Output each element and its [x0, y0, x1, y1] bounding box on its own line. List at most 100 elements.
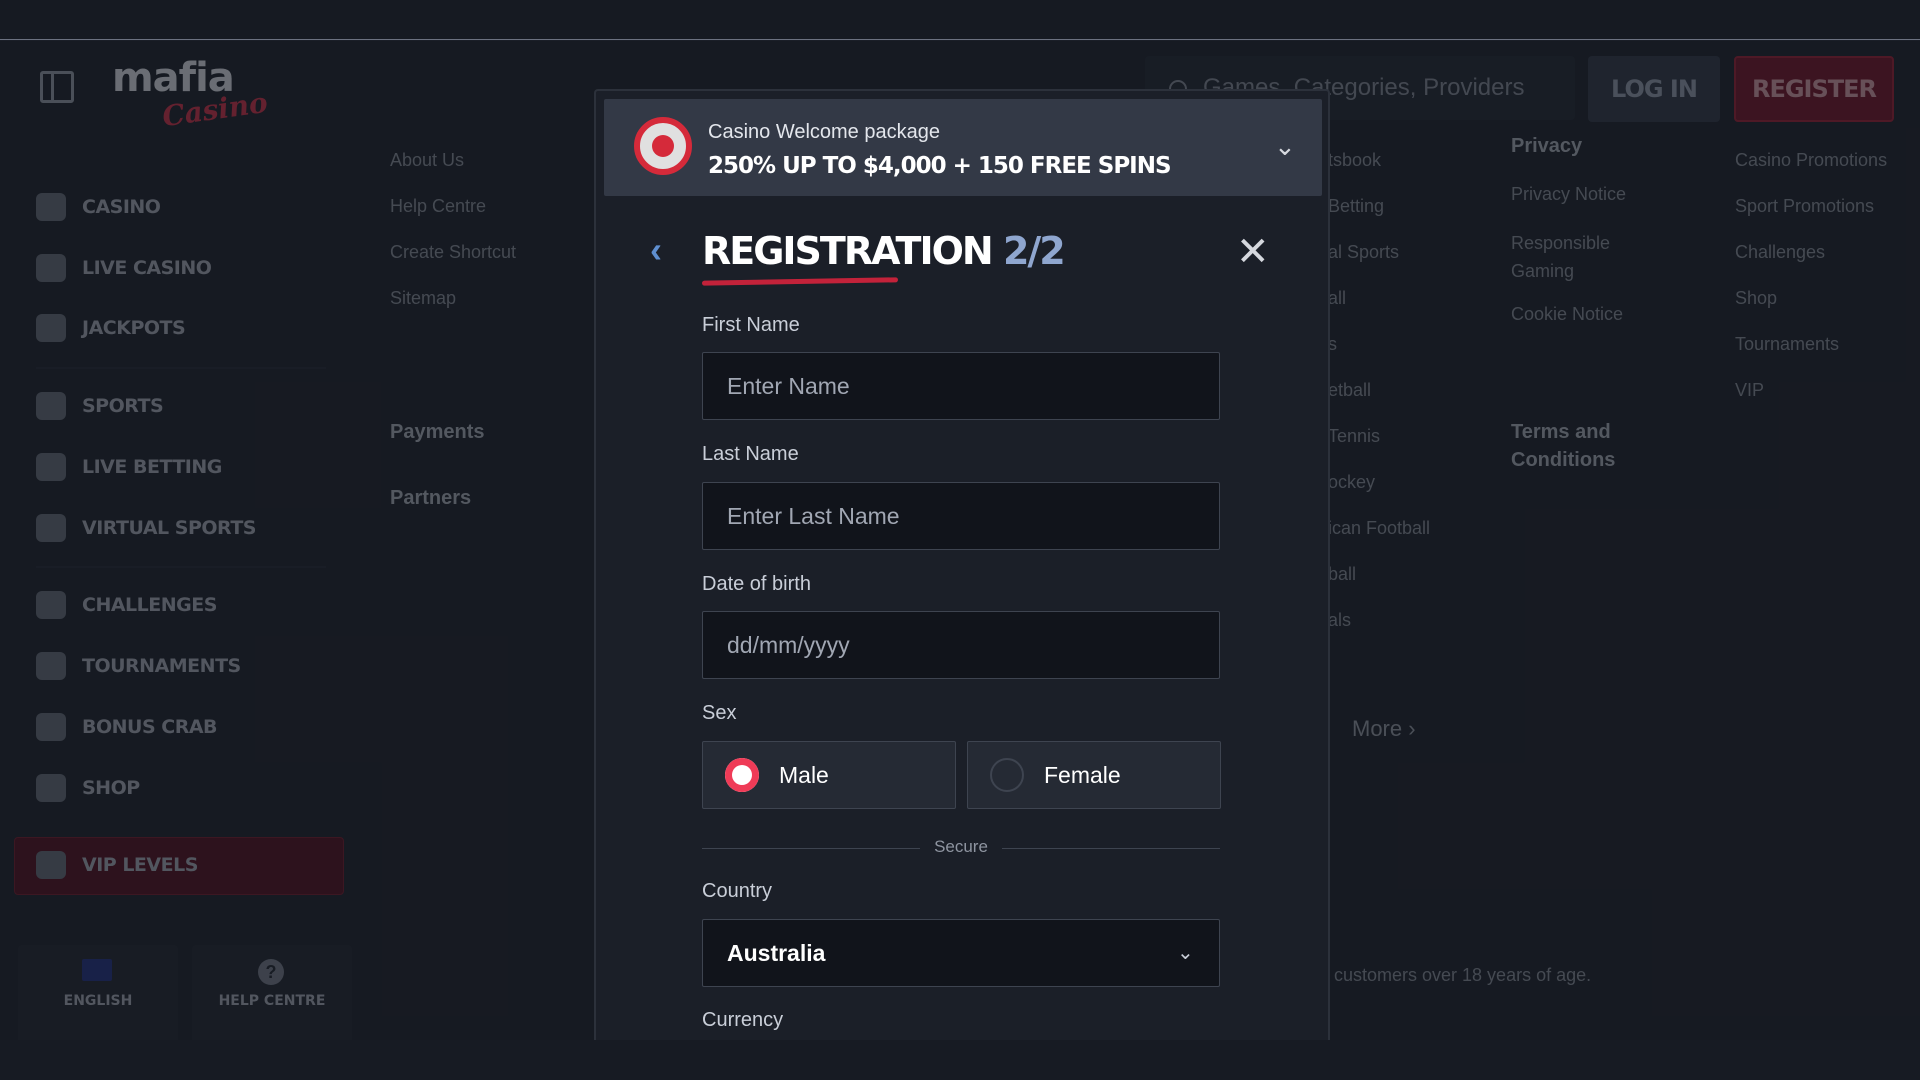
sidebar-item-label: SPORTS — [82, 395, 164, 417]
last-name-label: Last Name — [702, 443, 799, 465]
language-selector[interactable]: ENGLISH — [18, 945, 178, 1045]
sidebar-item-label: LIVE CASINO — [82, 257, 212, 279]
help-centre-button[interactable]: ? HELP CENTRE — [192, 945, 352, 1045]
mafia-casino-logo[interactable]: mafia Casino — [112, 55, 272, 133]
welcome-package-banner[interactable]: Casino Welcome package 250% UP TO $4,000… — [604, 99, 1322, 196]
footer-heading[interactable]: Payments — [390, 418, 485, 446]
title-text: REGISTRATION — [702, 229, 1003, 273]
sidebar-item-label: VIRTUAL SPORTS — [82, 517, 256, 539]
country-select[interactable]: Australia ⌄ — [702, 919, 1220, 987]
secure-divider: Secure — [702, 837, 1220, 861]
footer-link[interactable]: etball — [1328, 380, 1371, 401]
registration-modal: Casino Welcome package 250% UP TO $4,000… — [594, 89, 1330, 1040]
virtual-sports-icon — [36, 514, 66, 542]
sidebar-item-shop[interactable]: SHOP — [36, 768, 140, 808]
crab-icon — [36, 713, 66, 741]
diamond-icon — [36, 851, 66, 879]
sidebar-item-live-casino[interactable]: LIVE CASINO — [36, 248, 212, 288]
footer-link[interactable]: About Us — [390, 150, 464, 171]
promo-offer: 250% UP TO $4,000 + 150 FREE SPINS — [708, 153, 1172, 179]
footer-link[interactable]: Tournaments — [1735, 334, 1839, 355]
sidebar-item-bonus-crab[interactable]: BONUS CRAB — [36, 707, 218, 747]
first-name-input[interactable] — [702, 352, 1220, 420]
sidebar-item-label: CASINO — [82, 196, 161, 218]
gear-badge-icon — [36, 591, 66, 619]
title-underline — [701, 277, 899, 286]
first-name-label: First Name — [702, 314, 800, 336]
back-arrow-icon[interactable]: ‹ — [650, 229, 680, 270]
sex-option-male[interactable]: Male — [702, 741, 956, 809]
sex-label: Sex — [702, 702, 737, 724]
footer-link[interactable]: Challenges — [1735, 242, 1825, 263]
spade-icon — [36, 193, 66, 221]
login-button[interactable]: LOG IN — [1588, 56, 1720, 122]
question-mark-icon: ? — [258, 959, 284, 985]
more-link[interactable]: More › — [1352, 716, 1416, 742]
sex-option-label: Male — [779, 761, 829, 788]
sidebar-item-label: CHALLENGES — [82, 594, 217, 616]
sidebar-item-tournaments[interactable]: TOURNAMENTS — [36, 646, 241, 686]
live-casino-icon — [36, 254, 66, 282]
sidebar-toggle-icon[interactable] — [40, 71, 74, 103]
sidebar-item-label: LIVE BETTING — [82, 456, 222, 478]
chevron-right-icon: › — [1408, 716, 1416, 741]
footer-heading-privacy[interactable]: Privacy — [1511, 132, 1582, 160]
footer-link[interactable]: Privacy Notice — [1511, 184, 1626, 205]
modal-title: REGISTRATION 2/2 — [702, 229, 1066, 273]
chevron-down-icon[interactable]: ⌄ — [1274, 131, 1296, 162]
dob-input[interactable] — [702, 611, 1220, 679]
footer-link[interactable]: VIP — [1735, 380, 1764, 401]
footer-link[interactable]: Create Shortcut — [390, 242, 516, 263]
footer-link[interactable]: als — [1328, 610, 1351, 631]
sidebar-divider — [36, 367, 326, 369]
footer-link[interactable]: all — [1328, 288, 1346, 309]
help-centre-label: HELP CENTRE — [218, 993, 326, 1009]
footer-link[interactable]: Responsible Gaming — [1511, 230, 1641, 286]
sidebar-item-virtual-sports[interactable]: VIRTUAL SPORTS — [36, 508, 256, 548]
sidebar-item-vip-label[interactable]: VIP LEVELS — [36, 845, 198, 885]
sex-option-female[interactable]: Female — [967, 741, 1221, 809]
register-button[interactable]: REGISTER — [1734, 56, 1894, 122]
sidebar-item-label: TOURNAMENTS — [82, 655, 241, 677]
sidebar-item-challenges[interactable]: CHALLENGES — [36, 585, 217, 625]
more-label: More — [1352, 716, 1403, 741]
promo-title: Casino Welcome package — [708, 121, 940, 143]
footer-link[interactable]: al Sports — [1328, 242, 1399, 263]
language-label: ENGLISH — [63, 993, 133, 1009]
live-betting-icon — [36, 453, 66, 481]
footer-link[interactable]: tsbook — [1328, 150, 1381, 171]
secure-label: Secure — [934, 837, 988, 856]
sidebar-divider — [36, 566, 326, 568]
age-notice: customers over 18 years of age. — [1334, 965, 1592, 985]
footer-heading-terms[interactable]: Terms and Conditions — [1511, 418, 1661, 474]
currency-label: Currency — [702, 1009, 784, 1031]
sidebar-item-live-betting[interactable]: LIVE BETTING — [36, 447, 222, 487]
footer-link[interactable]: Shop — [1735, 288, 1777, 309]
sidebar-item-sports[interactable]: SPORTS — [36, 386, 164, 426]
footer-link[interactable]: ball — [1328, 564, 1356, 585]
footer-heading[interactable]: Partners — [390, 484, 471, 512]
footer-link[interactable]: Cookie Notice — [1511, 304, 1623, 325]
australia-flag-icon — [82, 959, 112, 981]
sidebar-item-jackpots[interactable]: JACKPOTS — [36, 308, 186, 348]
shop-icon — [36, 774, 66, 802]
footer-link[interactable]: ican Football — [1328, 518, 1430, 539]
footer-link[interactable]: Sport Promotions — [1735, 196, 1874, 217]
footer-link[interactable]: ockey — [1328, 472, 1375, 493]
country-label: Country — [702, 880, 773, 902]
sidebar: CASINO LIVE CASINO JACKPOTS SPORTS LIVE … — [0, 135, 360, 1045]
sidebar-item-label: VIP LEVELS — [82, 854, 198, 876]
soccer-ball-icon — [36, 392, 66, 420]
chevron-down-icon: ⌄ — [1177, 942, 1194, 964]
poker-chip-icon — [634, 117, 692, 175]
footer-link[interactable]: Betting — [1328, 196, 1384, 217]
sidebar-item-label: JACKPOTS — [82, 317, 186, 339]
last-name-input[interactable] — [702, 482, 1220, 550]
footer-link[interactable]: Sitemap — [390, 288, 456, 309]
sidebar-item-casino[interactable]: CASINO — [36, 187, 161, 227]
window-bottom-strip — [0, 1040, 1920, 1080]
close-icon[interactable]: ✕ — [1236, 229, 1270, 275]
footer-link[interactable]: Tennis — [1328, 426, 1380, 447]
footer-link[interactable]: Help Centre — [390, 196, 486, 217]
footer-link[interactable]: Casino Promotions — [1735, 150, 1887, 171]
